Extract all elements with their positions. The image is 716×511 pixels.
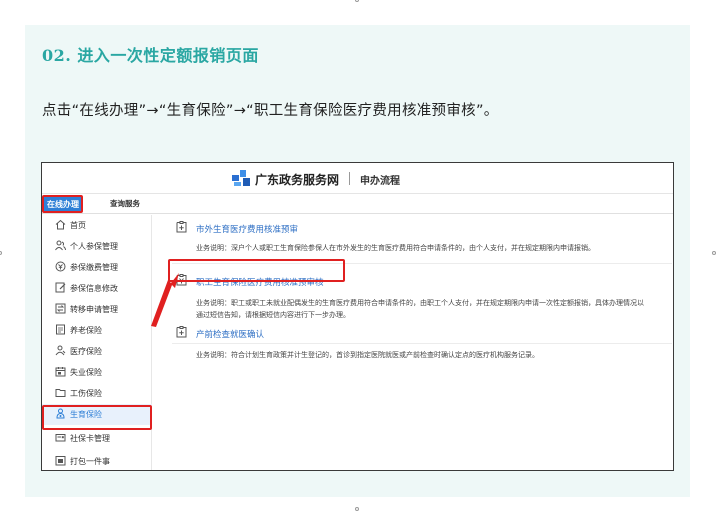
site-name: 广东政务服务网 xyxy=(255,173,340,187)
home-icon xyxy=(55,219,66,230)
service-title-outside-city[interactable]: 市外生育医疗费用核准预审 xyxy=(196,223,298,235)
package-icon xyxy=(55,456,66,466)
edit-icon xyxy=(55,282,66,293)
sidebar-item-unemployment[interactable]: 失业保险 xyxy=(42,362,152,383)
service-desc: 业务说明：符合计划生育政策并计生登记的，首诊到指定医院就医或产前检查时确认定点的… xyxy=(196,351,539,359)
tab-bar: 在线办理 查询服务 xyxy=(42,194,673,214)
sidebar-item-transfer[interactable]: 转移申请管理 xyxy=(42,299,152,320)
process-link[interactable]: 申办流程 xyxy=(360,172,400,187)
service-desc: 业务说明：深户个人或职工生育保险参保人在市外发生的生育医疗费用符合申请条件的，由… xyxy=(196,244,595,252)
folder-icon xyxy=(55,389,66,397)
service-desc: 通过短信告知，请根据短信内容进行下一步办理。 xyxy=(196,311,350,319)
sidebar-item-home[interactable]: 首页 xyxy=(42,215,152,236)
card-icon xyxy=(55,434,66,442)
sidebar-item-info-edit[interactable]: 参保信息修改 xyxy=(42,278,152,299)
frame-handle xyxy=(355,0,359,2)
site-logo-icon xyxy=(232,170,250,186)
frame-handle xyxy=(712,251,716,255)
sidebar-item-injury[interactable]: 工伤保险 xyxy=(42,383,152,404)
sidebar-item-card[interactable]: 社保卡管理 xyxy=(42,428,152,449)
tab-query[interactable]: 查询服务 xyxy=(110,198,140,209)
sidebar-item-pension[interactable]: 养老保险 xyxy=(42,320,152,341)
coin-icon xyxy=(55,261,66,272)
people-icon xyxy=(55,240,66,251)
highlight-online-tab xyxy=(42,195,83,213)
person-icon xyxy=(55,345,66,356)
service-desc: 业务说明：职工或职工未就业配偶发生的生育医疗费用符合申请条件的，由职工个人支付，… xyxy=(196,299,644,307)
service-document-icon xyxy=(176,221,187,233)
embedded-screenshot: 广东政务服务网 申办流程 在线办理 查询服务 首页 个人参保管理 参保缴费管理 … xyxy=(41,162,674,471)
service-list: 市外生育医疗费用核准预审 业务说明：深户个人或职工生育保险参保人在市外发生的生育… xyxy=(168,215,673,470)
service-title-prenatal[interactable]: 产前检查就医确认 xyxy=(196,328,264,340)
calendar-icon xyxy=(55,367,66,377)
annotation-arrow-icon xyxy=(151,273,179,327)
document-icon xyxy=(56,324,65,335)
sidebar: 首页 个人参保管理 参保缴费管理 参保信息修改 转移申请管理 养老保险 医疗保险 xyxy=(42,215,152,470)
frame-handle xyxy=(0,251,2,255)
sidebar-item-package[interactable]: 打包一件事 xyxy=(42,451,152,470)
highlight-maternity-item xyxy=(42,405,152,430)
header-divider xyxy=(349,172,350,185)
service-divider xyxy=(172,343,672,344)
sidebar-item-medical[interactable]: 医疗保险 xyxy=(42,341,152,362)
step-description: 点击“在线办理”→“生育保险”→“职工生育保险医疗费用核准预审核”。 xyxy=(42,103,499,119)
transfer-icon xyxy=(55,303,66,314)
sidebar-item-payment[interactable]: 参保缴费管理 xyxy=(42,257,152,278)
sidebar-item-personal[interactable]: 个人参保管理 xyxy=(42,236,152,257)
frame-handle xyxy=(355,507,359,511)
highlight-maternity-review xyxy=(168,259,345,282)
site-header: 广东政务服务网 申办流程 xyxy=(42,163,673,194)
step-title: 02. 进入一次性定额报销页面 xyxy=(42,46,259,65)
